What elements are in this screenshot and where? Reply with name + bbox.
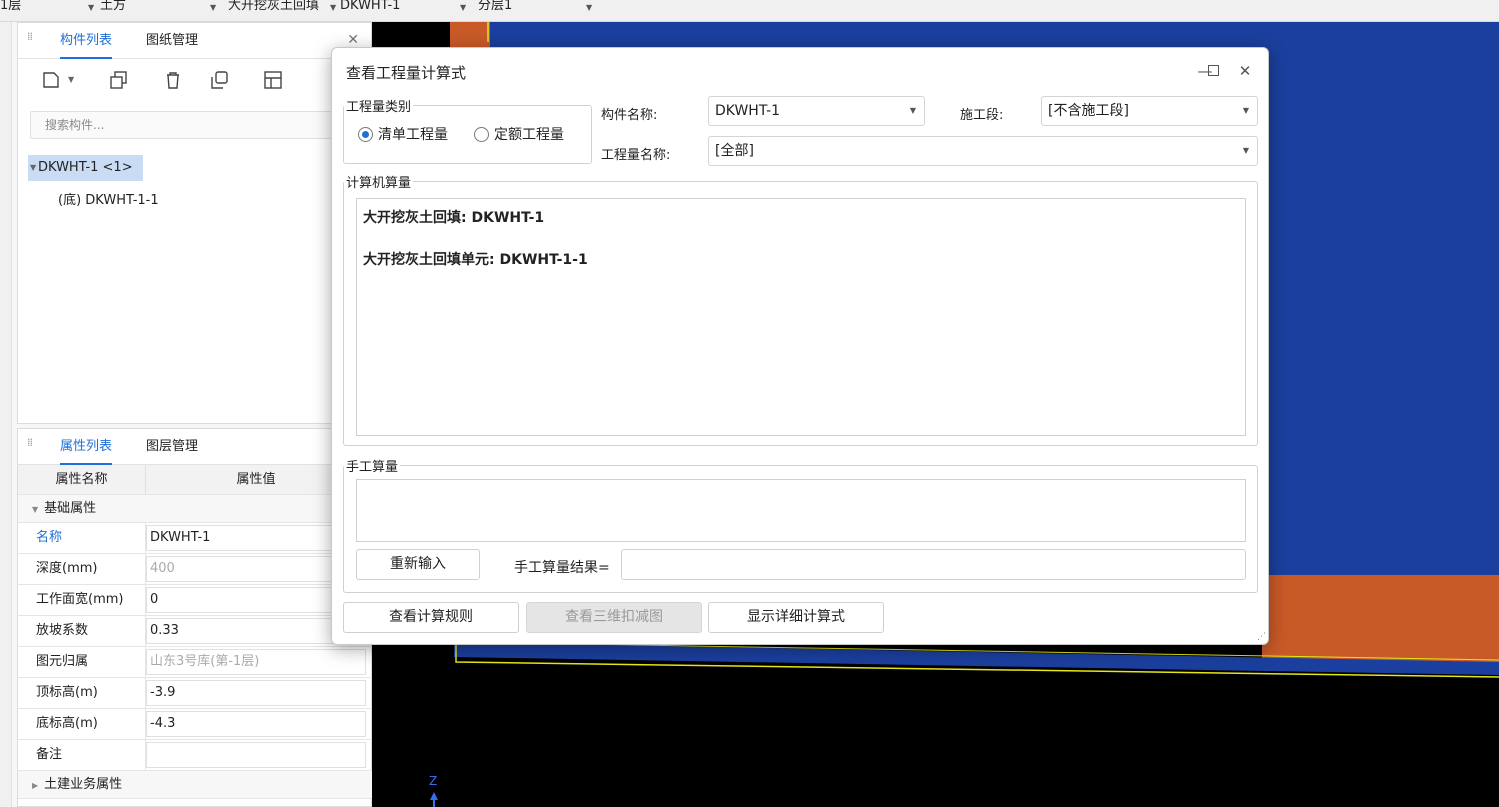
tab-layer-management[interactable]: 图层管理: [146, 429, 198, 465]
tab-property-list[interactable]: 属性列表: [60, 429, 113, 465]
manual-result-label: 手工算量结果=: [514, 560, 610, 576]
chevron-down-icon[interactable]: ▼: [460, 3, 466, 12]
property-panel: ⁞⁞ 属性列表 图层管理 属性名称 属性值 ▼ 基础属性 名称 DKWHT-1 深度…: [17, 428, 373, 807]
caret-right-icon: ▶: [32, 781, 39, 790]
column-header-name: 属性名称: [18, 465, 146, 495]
radio-list-quantity[interactable]: 清单工程量: [358, 124, 448, 144]
z-axis-label: Z: [429, 774, 438, 788]
segment-label: 施工段:: [960, 108, 1004, 123]
property-name: 名称: [18, 523, 146, 553]
calc-line: 大开挖灰土回填: DKWHT-1: [363, 210, 545, 226]
chevron-down-icon: ▼: [909, 106, 916, 115]
segment-select[interactable]: [不含施工段] ▼: [1041, 96, 1258, 126]
radio-label: 定额工程量: [494, 127, 564, 143]
property-table: 属性名称 属性值 ▼ 基础属性 名称 DKWHT-1 深度(mm) 400 工作面宽(…: [18, 465, 373, 799]
view-rules-button[interactable]: 查看计算规则: [343, 602, 519, 633]
group-label: ▼ 基础属性: [32, 501, 97, 516]
group-legend: 工程量类别: [346, 100, 412, 115]
import-icon[interactable]: [262, 69, 284, 91]
drag-handle-icon[interactable]: ⁞⁞: [27, 31, 35, 42]
property-value[interactable]: -3.9: [146, 680, 366, 706]
property-name: 放坡系数: [18, 616, 146, 646]
component-panel-tabs: ⁞⁞ 构件列表 图纸管理 ✕: [18, 23, 371, 59]
component-select[interactable]: DKWHT-1: [340, 0, 450, 22]
table-row: 底标高(m) -4.3: [18, 709, 373, 740]
drag-handle-icon[interactable]: ⁞⁞: [27, 437, 35, 448]
component-name-select[interactable]: DKWHT-1 ▼: [708, 96, 925, 126]
group-legend: 手工算量: [346, 460, 399, 475]
radio-quota-quantity[interactable]: 定额工程量: [474, 124, 564, 144]
search-input[interactable]: 搜索构件...: [30, 111, 350, 139]
table-row: 工作面宽(mm) 0: [18, 585, 373, 616]
property-name: 顶标高(m): [18, 678, 146, 708]
property-name: 底标高(m): [18, 709, 146, 739]
table-row: 名称 DKWHT-1: [18, 523, 373, 554]
component-type-select[interactable]: 大开挖灰土回填: [228, 0, 328, 22]
dialog-title: 查看工程量计算式: [346, 64, 467, 82]
table-row: 备注: [18, 740, 373, 771]
caret-down-icon[interactable]: ▼: [30, 155, 36, 181]
floor-select[interactable]: 1层: [0, 0, 30, 22]
tree-item-root[interactable]: ▼ DKWHT-1 <1>: [28, 155, 143, 181]
radio-label: 清单工程量: [378, 127, 448, 143]
radio-unselected-icon[interactable]: [474, 126, 489, 142]
group-label: ▶ 土建业务属性: [32, 777, 123, 792]
manual-calc-input[interactable]: [356, 479, 1246, 542]
show-detail-formula-button[interactable]: 显示详细计算式: [708, 602, 884, 633]
left-strip: [0, 22, 12, 807]
property-value[interactable]: [146, 742, 366, 768]
model-side-face: [1262, 575, 1499, 662]
chevron-down-icon[interactable]: ▼: [210, 3, 216, 12]
maximize-icon[interactable]: [1202, 60, 1224, 82]
chevron-down-icon[interactable]: ▼: [330, 3, 336, 12]
property-name: 工作面宽(mm): [18, 585, 146, 615]
top-toolbar: 1层 ▼ 土方 ▼ 大开挖灰土回填 ▼ DKWHT-1 ▼ 分层1 ▼: [0, 0, 1499, 22]
component-toolbar: ▼: [18, 59, 371, 99]
component-name-label: 构件名称:: [601, 108, 658, 123]
computer-calc-output[interactable]: 大开挖灰土回填: DKWHT-1 大开挖灰土回填单元: DKWHT-1-1: [356, 198, 1246, 436]
close-icon[interactable]: ✕: [1234, 60, 1256, 82]
quantity-name-select[interactable]: [全部] ▼: [708, 136, 1258, 166]
tree-item-child[interactable]: (底) DKWHT-1-1: [58, 189, 159, 208]
property-name: 深度(mm): [18, 554, 146, 584]
close-icon[interactable]: ✕: [347, 32, 359, 48]
tab-drawing-management[interactable]: 图纸管理: [146, 23, 198, 59]
group-legend: 计算机算量: [346, 176, 412, 191]
manual-result-field[interactable]: [621, 549, 1246, 580]
table-row: 图元归属 山东3号库(第-1层): [18, 647, 373, 678]
radio-selected-icon[interactable]: [358, 126, 373, 142]
chevron-down-icon[interactable]: ▼: [88, 3, 94, 12]
quantity-name-label: 工程量名称:: [601, 148, 671, 163]
property-value[interactable]: -4.3: [146, 711, 366, 737]
tree-item-label: DKWHT-1 <1>: [38, 160, 133, 175]
property-panel-tabs: ⁞⁞ 属性列表 图层管理: [18, 429, 371, 465]
resize-grip-icon[interactable]: ⋰: [1257, 632, 1266, 642]
component-list-panel: ⁞⁞ 构件列表 图纸管理 ✕ ▼ 搜索构件... ▼ DKWHT-1 <1> (…: [17, 22, 372, 424]
chevron-down-icon[interactable]: ▼: [586, 3, 592, 12]
view-3d-deduction-button[interactable]: 查看三维扣减图: [526, 602, 702, 633]
table-row: 深度(mm) 400: [18, 554, 373, 585]
chevron-down-icon: ▼: [1242, 146, 1249, 155]
reinput-button[interactable]: 重新输入: [356, 549, 480, 580]
layer-select[interactable]: 分层1: [478, 0, 578, 22]
property-value[interactable]: 山东3号库(第-1层): [146, 649, 366, 675]
table-row: 顶标高(m) -3.9: [18, 678, 373, 709]
group-row-civil[interactable]: ▶ 土建业务属性: [18, 771, 373, 799]
calc-line: 大开挖灰土回填单元: DKWHT-1-1: [363, 252, 588, 268]
tab-component-list[interactable]: 构件列表: [60, 23, 113, 59]
caret-down-icon: ▼: [32, 505, 39, 514]
property-name: 备注: [18, 740, 146, 770]
quantity-formula-dialog: 查看工程量计算式 — ✕ 工程量类别 清单工程量 定额工程量 构件名称: DKW…: [331, 47, 1269, 645]
copy-to-floor-icon[interactable]: [208, 69, 230, 91]
new-component-icon[interactable]: [40, 69, 62, 91]
property-name: 图元归属: [18, 647, 146, 677]
category-select[interactable]: 土方: [100, 0, 200, 22]
copy-icon[interactable]: [108, 69, 130, 91]
group-row-basic[interactable]: ▼ 基础属性: [18, 495, 373, 523]
chevron-down-icon[interactable]: ▼: [68, 69, 80, 91]
chevron-down-icon: ▼: [1242, 106, 1249, 115]
property-table-header: 属性名称 属性值: [18, 465, 373, 495]
table-row: 放坡系数 0.33: [18, 616, 373, 647]
delete-icon[interactable]: [162, 69, 184, 91]
